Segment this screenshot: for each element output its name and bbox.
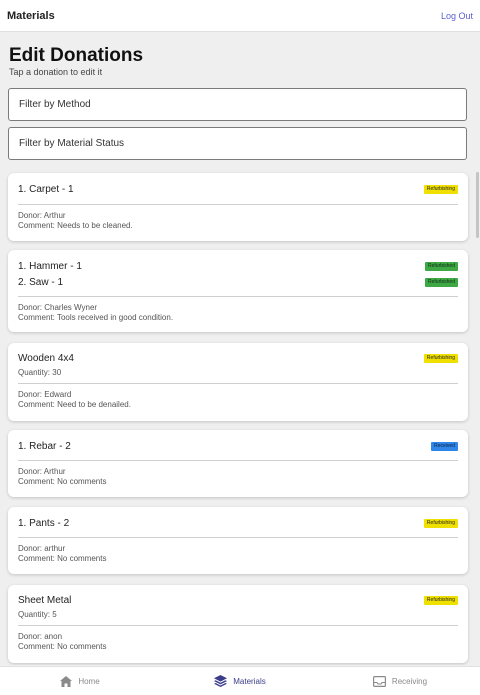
item-label: 1. Hammer - 1 bbox=[18, 261, 82, 272]
donor-text: Donor: Arthur bbox=[18, 211, 66, 220]
comment-text: Comment: No comments bbox=[18, 642, 107, 651]
card-divider bbox=[18, 625, 458, 626]
status-badge: Refurbishing bbox=[423, 519, 458, 528]
donation-card[interactable]: 1. Rebar - 2 Received Donor: Arthur Comm… bbox=[8, 430, 468, 497]
donation-card[interactable]: Sheet Metal Refurbishing Quantity: 5 Don… bbox=[8, 585, 468, 663]
bottom-nav: Home Materials Receiving bbox=[0, 666, 480, 695]
nav-materials-label: Materials bbox=[233, 676, 266, 686]
status-badge: Refurbishing bbox=[423, 185, 458, 194]
donation-card[interactable]: Wooden 4x4 Refurbishing Quantity: 30 Don… bbox=[8, 343, 468, 421]
filter-by-method-select[interactable]: Filter by Method bbox=[8, 88, 467, 121]
filter-by-status-label: Filter by Material Status bbox=[19, 138, 125, 149]
home-icon bbox=[60, 675, 73, 687]
item-label: Wooden 4x4 bbox=[18, 353, 74, 364]
quantity-text: Quantity: 30 bbox=[18, 368, 62, 377]
card-divider bbox=[18, 204, 458, 205]
inbox-icon bbox=[372, 675, 386, 687]
item-label: 1. Rebar - 2 bbox=[18, 441, 71, 452]
comment-text: Comment: Need to be denailed. bbox=[18, 400, 131, 409]
status-badge: Received bbox=[431, 442, 458, 451]
nav-home-label: Home bbox=[78, 676, 100, 686]
layers-icon bbox=[214, 675, 228, 687]
filter-by-method-label: Filter by Method bbox=[19, 99, 91, 110]
scrollbar-thumb[interactable] bbox=[476, 172, 479, 238]
status-badge: Refurbishing bbox=[423, 354, 458, 363]
quantity-text: Quantity: 5 bbox=[18, 610, 57, 619]
status-badge: Refurbishing bbox=[423, 596, 458, 605]
item-label: 2. Saw - 1 bbox=[18, 277, 64, 288]
card-divider bbox=[18, 383, 458, 384]
donor-text: Donor: Arthur bbox=[18, 467, 66, 476]
comment-text: Comment: No comments bbox=[18, 554, 107, 563]
item-label: 1. Pants - 2 bbox=[18, 518, 70, 529]
item-label: 1. Carpet - 1 bbox=[18, 184, 74, 195]
nav-receiving[interactable]: Receiving bbox=[320, 667, 480, 695]
nav-receiving-label: Receiving bbox=[391, 676, 428, 686]
card-divider bbox=[18, 296, 458, 297]
logout-button[interactable]: Log Out bbox=[441, 11, 473, 21]
app-title: Materials bbox=[7, 9, 55, 22]
donor-text: Donor: Charles Wyner bbox=[18, 303, 98, 312]
card-divider bbox=[18, 460, 458, 461]
donation-card[interactable]: 1. Hammer - 1 Refurbished 2. Saw - 1 Ref… bbox=[8, 250, 468, 332]
page-subtitle: Tap a donation to edit it bbox=[9, 67, 103, 77]
comment-text: Comment: Tools received in good conditio… bbox=[18, 313, 174, 322]
comment-text: Comment: Needs to be cleaned. bbox=[18, 221, 133, 230]
donation-card[interactable]: 1. Carpet - 1 Refurbishing Donor: Arthur… bbox=[8, 173, 468, 241]
comment-text: Comment: No comments bbox=[18, 477, 107, 486]
donor-text: Donor: anon bbox=[18, 632, 63, 641]
card-divider bbox=[18, 537, 458, 538]
donor-text: Donor: Edward bbox=[18, 390, 72, 399]
top-bar: Materials Log Out bbox=[0, 0, 480, 32]
status-badge: Refurbished bbox=[425, 262, 458, 271]
main-content[interactable]: Edit Donations Tap a donation to edit it… bbox=[0, 33, 474, 665]
filter-by-status-select[interactable]: Filter by Material Status bbox=[8, 127, 467, 160]
nav-materials[interactable]: Materials bbox=[160, 667, 320, 695]
item-label: Sheet Metal bbox=[18, 595, 72, 606]
nav-home[interactable]: Home bbox=[0, 667, 160, 695]
donor-text: Donor: arthur bbox=[18, 544, 66, 553]
status-badge: Refurbished bbox=[425, 278, 458, 287]
donation-card[interactable]: 1. Pants - 2 Refurbishing Donor: arthur … bbox=[8, 507, 468, 574]
page-title: Edit Donations bbox=[9, 45, 144, 66]
